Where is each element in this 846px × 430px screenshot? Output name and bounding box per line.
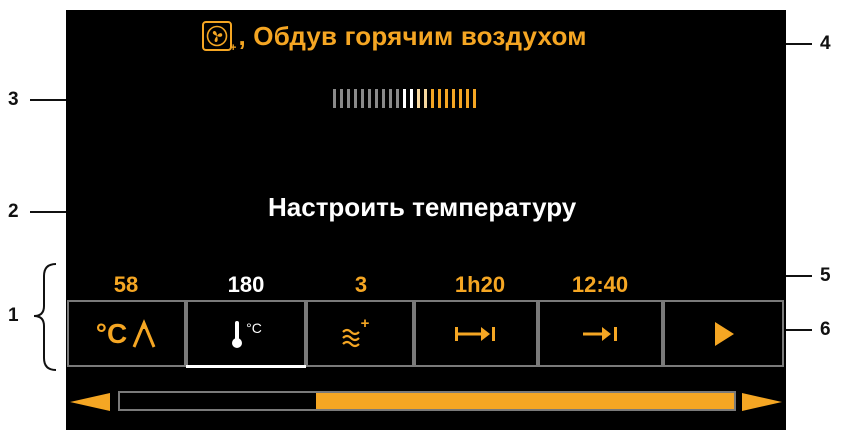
level-segment [473,89,476,108]
thermometer-icon [232,320,243,348]
prompt-text: Настроить температуру [268,192,577,222]
core-temp-label: °C [95,317,128,349]
callout-number-6: 6 [820,319,831,340]
level-segment [438,89,441,108]
humidity-button[interactable]: + [306,300,414,367]
end-time-value: 12:40 [571,272,629,297]
duration-button[interactable] [414,300,538,367]
level-segment [424,89,427,108]
core-probe-icon [132,318,156,348]
progress-fill [316,393,734,409]
callout-number-3: 3 [8,89,19,110]
mode-title: + , Обдув горячим воздухом [202,16,587,56]
scroll-right-arrow-icon[interactable] [742,393,782,411]
level-segment [459,89,462,108]
selected-underline [186,365,306,368]
level-segment [389,89,392,108]
callout-number-4: 4 [820,33,831,54]
oven-display: + , Обдув горячим воздухом Настроить тем… [66,10,786,430]
level-segment [361,89,364,108]
level-segment [368,89,371,108]
humidity-value: 3 [354,272,368,297]
end-time-icon [582,326,617,341]
duration-value: 1h20 [454,272,506,297]
progress-bar [118,391,736,411]
fan-hot-air-icon [202,21,232,51]
level-segment [410,89,413,108]
scroll-left-arrow-icon[interactable] [70,393,110,411]
oven-temp-value: 180 [227,272,265,297]
start-button[interactable] [663,300,784,367]
level-segment [452,89,455,108]
level-segment [431,89,434,108]
oven-temp-button[interactable]: °C [186,300,306,367]
callout-number-5: 5 [820,265,831,286]
callout-line-6 [784,329,812,331]
plus-mark: + [230,42,237,54]
level-segment [466,89,469,108]
level-segment [375,89,378,108]
level-segment [354,89,357,108]
humidity-plus: + [360,315,370,332]
play-icon [714,321,734,346]
level-segment [347,89,350,108]
level-segment [417,89,420,108]
level-segment [382,89,385,108]
level-segment [333,89,336,108]
level-indicator [333,89,476,108]
callout-brace-1 [33,263,57,371]
level-segment [340,89,343,108]
callout-number-2: 2 [8,201,19,222]
level-segment [396,89,399,108]
core-temp-button[interactable]: °C [67,300,186,367]
level-segment [403,89,406,108]
mode-title-text: , Обдув горячим воздухом [238,20,587,51]
callout-number-1: 1 [8,305,19,326]
core-temp-value: 58 [113,272,139,297]
duration-icon [455,326,495,341]
oven-temp-label: °C [246,319,262,336]
end-time-button[interactable] [538,300,663,367]
level-segment [445,89,448,108]
